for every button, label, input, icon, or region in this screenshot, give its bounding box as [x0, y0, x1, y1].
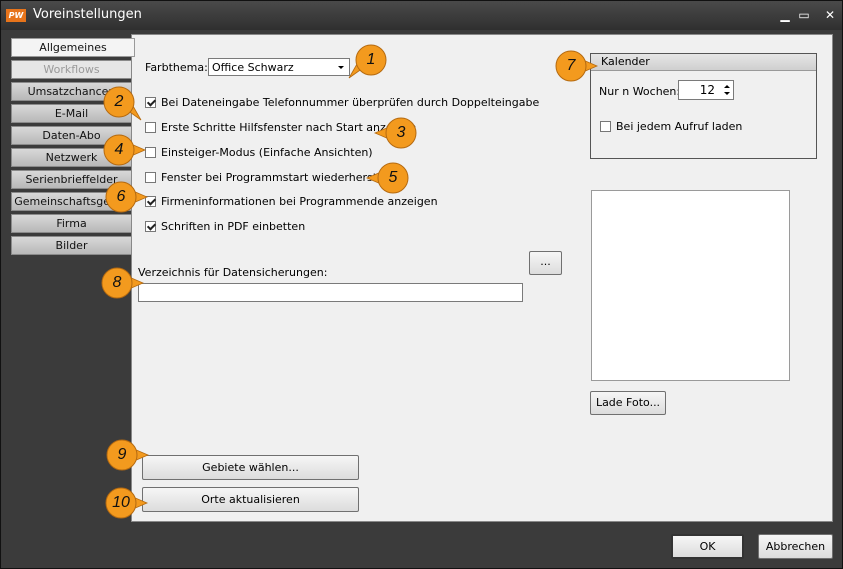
callout-5: 5	[365, 162, 409, 194]
weeks-value: 12	[699, 83, 715, 97]
checkbox-box[interactable]	[145, 196, 156, 207]
photo-preview	[591, 190, 790, 381]
checkbox-box[interactable]	[145, 97, 156, 108]
checkbox-box[interactable]	[145, 172, 156, 183]
callout-8: 8	[101, 267, 145, 299]
tab-bilder[interactable]: Bilder	[11, 236, 132, 255]
checkbox-label: Firmeninformationen bei Programmende anz…	[161, 195, 438, 208]
browse-button[interactable]: ...	[529, 251, 562, 275]
cancel-button[interactable]: Abbrechen	[758, 534, 833, 559]
backup-dir-input[interactable]	[138, 283, 523, 302]
spin-down-icon[interactable]	[724, 92, 730, 95]
callout-number: 9	[117, 446, 127, 463]
callout-number: 6	[116, 188, 126, 205]
checkbox-box[interactable]	[145, 221, 156, 232]
callout-number: 2	[114, 93, 124, 110]
preferences-window: PW Voreinstellungen ▁ ▭ ✕ Allgemeines Wo…	[0, 0, 843, 569]
callout-number: 7	[566, 57, 576, 74]
checkbox-label: Einsteiger-Modus (Einfache Ansichten)	[161, 146, 373, 159]
callout-number: 4	[114, 141, 124, 158]
ok-button[interactable]: OK	[671, 534, 744, 559]
close-button[interactable]: ✕	[821, 7, 839, 23]
window-title: Voreinstellungen	[33, 7, 142, 22]
weeks-label: Nur n Wochen:	[599, 85, 681, 98]
spin-up-icon[interactable]	[724, 85, 730, 88]
checkbox-label: Bei jedem Aufruf laden	[616, 120, 743, 133]
calendar-group-title: Kalender	[591, 54, 816, 71]
chevron-down-icon	[338, 66, 344, 69]
checkbox-label: Schriften in PDF einbetten	[161, 220, 306, 233]
callout-number: 8	[112, 274, 122, 291]
checkbox-box[interactable]	[600, 121, 611, 132]
load-photo-button[interactable]: Lade Foto...	[590, 391, 666, 415]
callout-2: 2	[103, 86, 142, 121]
callout-6: 6	[105, 181, 149, 213]
select-areas-button[interactable]: Gebiete wählen...	[142, 455, 359, 480]
general-settings-panel: Farbthema: Office Schwarz Bei Dateneinga…	[131, 34, 833, 522]
checkbox-box[interactable]	[145, 122, 156, 133]
calendar-group: Kalender Nur n Wochen: 12 Bei jedem Aufr…	[590, 53, 817, 159]
checkbox-label: Bei Dateneingabe Telefonnummer überprüfe…	[161, 96, 540, 109]
tab-firma[interactable]: Firma	[11, 214, 132, 233]
callout-4: 4	[103, 134, 147, 166]
title-bar[interactable]: PW Voreinstellungen ▁ ▭ ✕	[1, 1, 842, 30]
maximize-button[interactable]: ▭	[795, 7, 813, 23]
callout-10: 10	[105, 487, 149, 519]
app-logo-icon: PW	[6, 9, 26, 22]
weeks-spinner[interactable]: 12	[678, 80, 734, 100]
update-places-button[interactable]: Orte aktualisieren	[142, 487, 359, 512]
checkbox-box[interactable]	[145, 147, 156, 158]
color-theme-value: Office Schwarz	[212, 61, 294, 74]
backup-dir-label: Verzeichnis für Datensicherungen:	[138, 266, 328, 279]
callout-number: 5	[388, 169, 398, 186]
callout-number: 1	[366, 51, 376, 68]
callout-number: 3	[396, 124, 406, 141]
callout-number: 10	[112, 494, 130, 511]
color-theme-label: Farbthema:	[145, 61, 208, 74]
minimize-button[interactable]: ▁	[776, 7, 794, 23]
callout-9: 9	[106, 439, 150, 471]
callout-1: 1	[348, 44, 387, 79]
tab-workflows: Workflows	[11, 60, 132, 79]
callout-7: 7	[555, 50, 599, 82]
tab-allgemeines[interactable]: Allgemeines	[11, 38, 135, 57]
color-theme-select[interactable]: Office Schwarz	[208, 58, 350, 76]
callout-3: 3	[373, 117, 417, 149]
